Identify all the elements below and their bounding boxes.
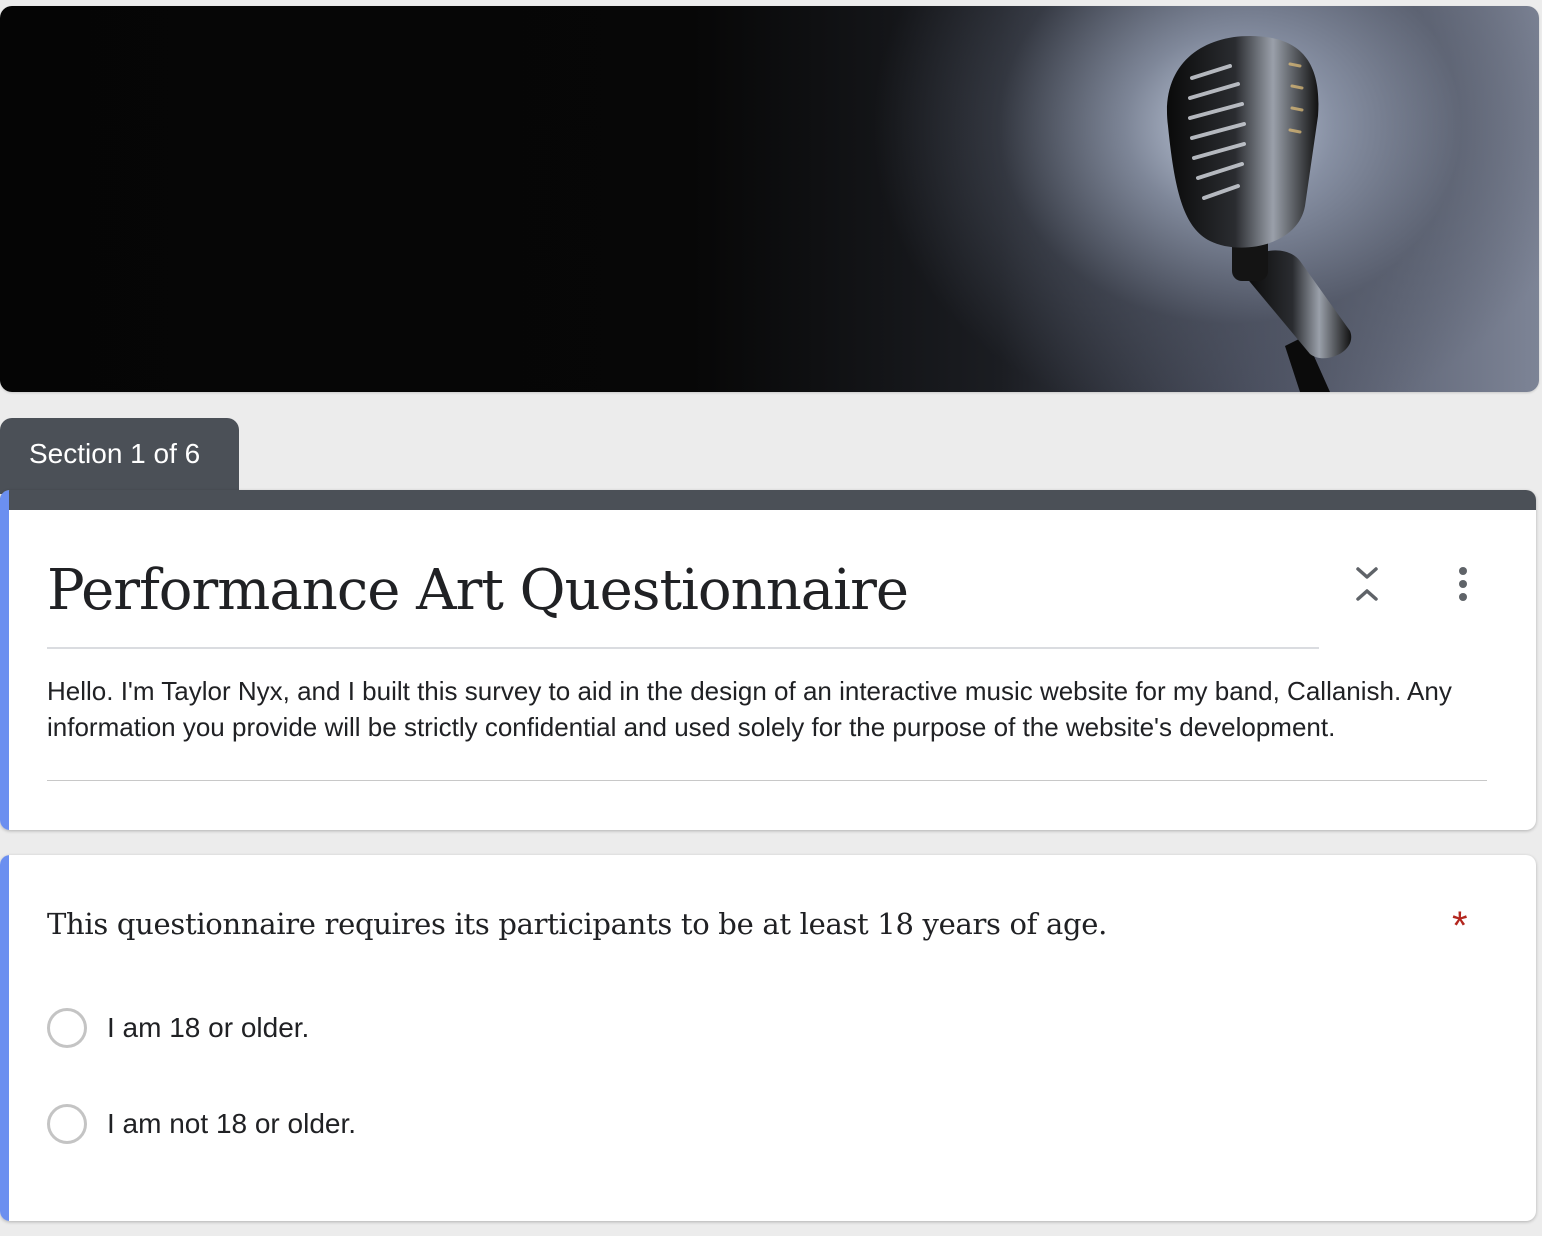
selected-accent-bar <box>0 490 9 830</box>
title-underline <box>47 647 1319 649</box>
microphone-icon <box>1166 36 1352 392</box>
radio-option-not-18-or-older[interactable] <box>47 1104 87 1144</box>
collapse-expand-icon[interactable] <box>1350 564 1384 604</box>
required-asterisk: * <box>1452 904 1468 948</box>
form-description[interactable]: Hello. I'm Taylor Nyx, and I built this … <box>47 673 1467 745</box>
header-banner-image <box>0 6 1539 392</box>
more-vert-icon[interactable] <box>1450 566 1476 604</box>
form-header-card[interactable] <box>0 490 1536 830</box>
form-page: Section 1 of 6 Performance Art Questionn… <box>0 0 1542 1236</box>
header-card-top-bar <box>0 490 1536 510</box>
description-underline <box>47 780 1487 781</box>
question-accent-bar <box>0 855 9 1221</box>
option-label[interactable]: I am not 18 or older. <box>107 1108 356 1140</box>
question-text: This questionnaire requires its particip… <box>47 907 1108 941</box>
section-tab: Section 1 of 6 <box>0 418 239 494</box>
option-label[interactable]: I am 18 or older. <box>107 1012 309 1044</box>
radio-option-18-or-older[interactable] <box>47 1008 87 1048</box>
form-title[interactable]: Performance Art Questionnaire <box>47 558 1319 623</box>
